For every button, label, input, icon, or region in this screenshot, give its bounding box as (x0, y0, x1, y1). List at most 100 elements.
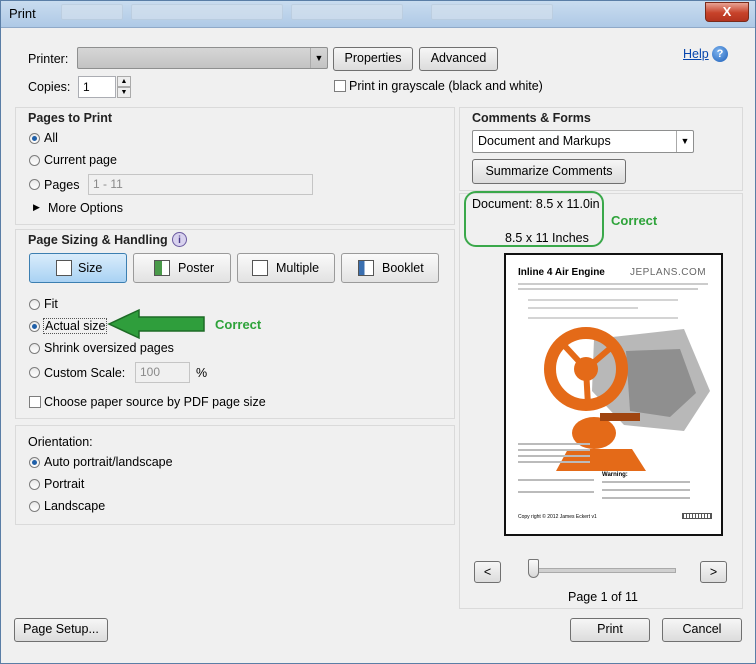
preview-copyright: Copy right © 2012 James Eckert v1 (518, 514, 597, 520)
preview-text-line (518, 443, 590, 445)
preview-text-line (528, 317, 678, 319)
preview-text-line (518, 479, 594, 481)
preview-ruler (682, 513, 712, 519)
engine-illustration (544, 327, 710, 471)
all-pages-label: All (44, 131, 58, 145)
comments-forms-value: Document and Markups (478, 134, 611, 148)
portrait-radio[interactable] (29, 479, 40, 490)
preview-brand: JEPLANS.COM (630, 267, 707, 278)
size-tab[interactable]: Size (29, 253, 127, 283)
shrink-oversized-label: Shrink oversized pages (44, 341, 174, 355)
help-link[interactable]: Help (683, 47, 709, 61)
landscape-radio[interactable] (29, 501, 40, 512)
grayscale-label: Print in grayscale (black and white) (349, 79, 543, 93)
printer-label: Printer: (28, 52, 69, 66)
title-bar: Print X (1, 1, 755, 28)
info-icon[interactable]: i (172, 232, 187, 247)
booklet-icon (358, 260, 374, 276)
previous-page-button[interactable]: < (474, 561, 501, 583)
page-slider-track[interactable] (528, 568, 676, 573)
preview-text-line (602, 489, 690, 491)
booklet-tab[interactable]: Booklet (341, 253, 439, 283)
multiple-icon (252, 260, 268, 276)
preview-text-line (518, 283, 708, 285)
preview-text-line (518, 491, 594, 493)
chevron-down-icon: ▼ (676, 131, 693, 152)
orientation-heading: Orientation: (28, 435, 93, 449)
actual-size-radio[interactable] (29, 321, 40, 332)
cancel-button[interactable]: Cancel (662, 618, 742, 642)
auto-orientation-radio[interactable] (29, 457, 40, 468)
window-title: Print (9, 6, 36, 21)
copies-increment-button[interactable]: ▲ (117, 76, 131, 87)
shrink-oversized-radio[interactable] (29, 343, 40, 354)
advanced-button[interactable]: Advanced (419, 47, 498, 71)
page-preview: Inline 4 Air Engine JEPLANS.COM Warning: (504, 253, 723, 536)
preview-text-line (518, 288, 698, 290)
background-toolbar-ghost (291, 4, 403, 20)
preview-text-line (518, 449, 590, 451)
size-icon (56, 260, 72, 276)
print-dialog: Print X Printer: ▼ Properties Advanced H… (0, 0, 756, 664)
properties-button[interactable]: Properties (333, 47, 413, 71)
help-icon[interactable]: ? (712, 46, 728, 62)
poster-icon (154, 260, 170, 276)
more-options-toggle[interactable]: More Options (48, 201, 123, 215)
page-setup-button[interactable]: Page Setup... (14, 618, 108, 642)
print-button[interactable]: Print (570, 618, 650, 642)
grayscale-checkbox[interactable] (334, 80, 346, 92)
paper-source-checkbox[interactable] (29, 396, 41, 408)
actual-size-label: Actual size (43, 318, 108, 334)
preview-text-line (518, 455, 590, 457)
pages-range-input[interactable]: 1 - 11 (88, 174, 313, 195)
copies-label: Copies: (28, 80, 71, 94)
preview-text-line (528, 307, 638, 309)
all-pages-radio[interactable] (29, 133, 40, 144)
paper-size-label: 8.5 x 11 Inches (505, 231, 589, 245)
current-page-label: Current page (44, 153, 117, 167)
custom-scale-input[interactable]: 100 (135, 362, 190, 383)
summarize-comments-button[interactable]: Summarize Comments (472, 159, 626, 184)
comments-forms-select[interactable]: Document and Markups ▼ (472, 130, 694, 153)
booklet-tab-label: Booklet (382, 261, 424, 275)
size-tab-label: Size (78, 261, 103, 275)
fit-label: Fit (44, 297, 58, 311)
custom-scale-label: Custom Scale: (44, 366, 126, 380)
preview-text-line (602, 481, 690, 483)
preview-text-line (518, 461, 590, 463)
pages-to-print-heading: Pages to Print (28, 111, 113, 125)
background-toolbar-ghost (61, 4, 123, 20)
fit-radio[interactable] (29, 299, 40, 310)
page-indicator: Page 1 of 11 (568, 590, 638, 604)
comments-forms-heading: Comments & Forms (472, 111, 591, 125)
close-button[interactable]: X (705, 2, 749, 22)
background-toolbar-ghost (431, 4, 553, 20)
multiple-tab-label: Multiple (276, 261, 320, 275)
landscape-label: Landscape (44, 499, 106, 513)
copies-decrement-button[interactable]: ▼ (117, 87, 131, 98)
printer-select[interactable]: ▼ (77, 47, 328, 69)
paper-source-label: Choose paper source by PDF page size (44, 395, 266, 409)
percent-label: % (196, 366, 208, 380)
chevron-down-icon: ▼ (310, 48, 327, 68)
pages-range-radio[interactable] (29, 179, 40, 190)
multiple-tab[interactable]: Multiple (237, 253, 335, 283)
auto-orientation-label: Auto portrait/landscape (44, 455, 173, 469)
preview-text-line (528, 299, 678, 301)
correct-callout-top: Correct (611, 213, 658, 228)
next-page-button[interactable]: > (700, 561, 727, 583)
poster-tab[interactable]: Poster (133, 253, 231, 283)
background-toolbar-ghost (131, 4, 283, 20)
preview-warning-heading: Warning: (602, 472, 628, 478)
preview-text-line (602, 497, 690, 499)
green-arrow-icon (107, 308, 205, 340)
poster-tab-label: Poster (178, 261, 215, 275)
copies-input[interactable]: 1 (78, 76, 116, 98)
document-size-label: Document: 8.5 x 11.0in (472, 197, 600, 211)
custom-scale-radio[interactable] (29, 367, 40, 378)
expand-triangle-icon[interactable]: ▶ (33, 202, 40, 213)
page-slider-thumb[interactable] (528, 559, 539, 578)
page-sizing-heading: Page Sizing & Handling (28, 233, 168, 247)
portrait-label: Portrait (44, 477, 85, 491)
current-page-radio[interactable] (29, 155, 40, 166)
